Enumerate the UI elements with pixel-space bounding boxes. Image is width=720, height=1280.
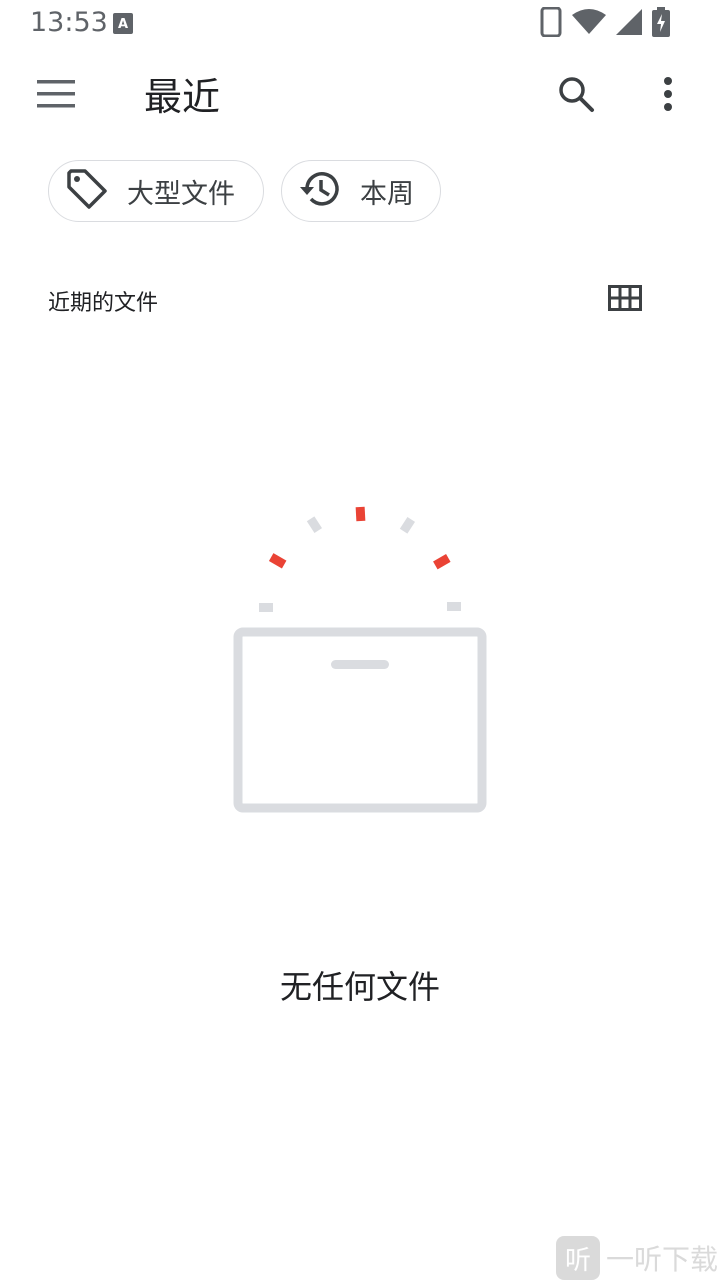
svg-text:A: A xyxy=(118,17,128,32)
tag-icon xyxy=(65,167,109,215)
wifi-icon xyxy=(572,9,606,39)
search-button[interactable] xyxy=(548,70,604,122)
app-bar: 最近 xyxy=(0,48,720,144)
chip-large-files[interactable]: 大型文件 xyxy=(48,160,264,222)
more-vert-icon xyxy=(663,77,673,115)
a-square-icon: A xyxy=(113,13,133,34)
empty-state-message: 无任何文件 xyxy=(279,968,440,1006)
chip-this-week-label: 本周 xyxy=(360,178,414,210)
watermark-badge: 听 xyxy=(556,1236,600,1280)
hamburger-menu-icon xyxy=(37,80,75,112)
grid-view-toggle[interactable] xyxy=(600,278,650,322)
watermark: 听 一听下载 xyxy=(556,1236,718,1280)
page-title: 最近 xyxy=(144,75,221,119)
status-time: 13:53 xyxy=(30,7,108,38)
empty-box-illustration xyxy=(230,500,490,820)
more-options-button[interactable] xyxy=(640,70,696,122)
navigation-menu-button[interactable] xyxy=(28,70,84,122)
history-icon xyxy=(298,167,342,215)
chip-large-files-label: 大型文件 xyxy=(127,178,235,210)
watermark-text: 一听下载 xyxy=(606,1243,719,1276)
recent-files-heading: 近期的文件 xyxy=(48,291,159,316)
chip-this-week[interactable]: 本周 xyxy=(281,160,441,222)
search-icon xyxy=(557,75,595,117)
signal-icon xyxy=(616,9,642,39)
battery-charging-icon xyxy=(652,7,670,41)
phone-icon xyxy=(540,6,562,41)
grid-view-icon xyxy=(608,285,642,315)
status-icons xyxy=(540,6,670,41)
status-bar: 13:53 A xyxy=(0,0,720,48)
filter-chips: 大型文件 本周 xyxy=(48,160,441,224)
